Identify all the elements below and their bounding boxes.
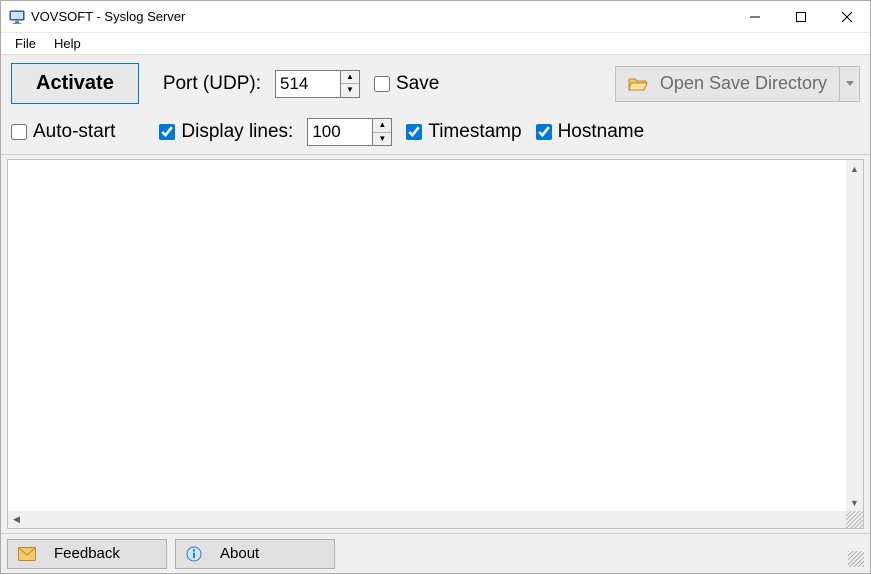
feedback-button[interactable]: Feedback xyxy=(7,539,167,569)
display-lines-checkbox-input[interactable] xyxy=(159,124,175,140)
display-lines-input[interactable] xyxy=(308,119,372,145)
resize-grip-icon[interactable] xyxy=(848,551,864,567)
display-lines-checkbox-label: Display lines: xyxy=(181,121,293,143)
timestamp-checkbox-input[interactable] xyxy=(406,124,422,140)
display-lines-spin-down[interactable]: ▼ xyxy=(373,133,391,146)
horizontal-scrollbar[interactable]: ◀ ▶ xyxy=(8,511,863,528)
autostart-checkbox-input[interactable] xyxy=(11,124,27,140)
scroll-corner xyxy=(846,511,863,528)
display-lines-spin-up[interactable]: ▲ xyxy=(373,119,391,133)
save-checkbox-input[interactable] xyxy=(374,76,390,92)
port-input[interactable] xyxy=(276,71,340,97)
open-save-directory-label: Open Save Directory xyxy=(660,73,827,94)
open-save-directory-button[interactable]: Open Save Directory xyxy=(615,66,840,102)
hostname-checkbox-label: Hostname xyxy=(558,121,645,143)
save-checkbox[interactable]: Save xyxy=(374,73,439,95)
feedback-label: Feedback xyxy=(54,545,120,562)
title-bar: VOVSOFT - Syslog Server xyxy=(1,1,870,33)
log-area: ▲ ▼ ◀ ▶ xyxy=(1,155,870,533)
display-lines-spinner[interactable]: ▲ ▼ xyxy=(307,118,392,146)
toolbar: Activate Port (UDP): ▲ ▼ Save Open S xyxy=(1,55,870,155)
log-view[interactable]: ▲ ▼ ◀ ▶ xyxy=(7,159,864,529)
timestamp-checkbox-label: Timestamp xyxy=(428,121,521,143)
about-button[interactable]: About xyxy=(175,539,335,569)
menu-bar: File Help xyxy=(1,33,870,55)
vertical-scrollbar[interactable]: ▲ ▼ xyxy=(846,160,863,511)
menu-file[interactable]: File xyxy=(7,34,44,53)
scroll-up-icon[interactable]: ▲ xyxy=(846,160,863,177)
scroll-down-icon[interactable]: ▼ xyxy=(846,494,863,511)
open-save-directory-dropdown[interactable] xyxy=(840,66,860,102)
feedback-icon xyxy=(18,547,36,561)
port-spinner[interactable]: ▲ ▼ xyxy=(275,70,360,98)
window-title: VOVSOFT - Syslog Server xyxy=(31,9,185,24)
hostname-checkbox-input[interactable] xyxy=(536,124,552,140)
app-icon xyxy=(9,9,25,25)
display-lines-checkbox[interactable]: Display lines: xyxy=(159,121,293,143)
hostname-checkbox[interactable]: Hostname xyxy=(536,121,645,143)
menu-help[interactable]: Help xyxy=(46,34,89,53)
minimize-button[interactable] xyxy=(732,1,778,33)
port-label: Port (UDP): xyxy=(163,73,261,95)
autostart-checkbox[interactable]: Auto-start xyxy=(11,121,115,143)
save-checkbox-label: Save xyxy=(396,73,439,95)
scroll-left-icon[interactable]: ◀ xyxy=(8,511,25,528)
info-icon xyxy=(186,546,202,562)
port-spin-down[interactable]: ▼ xyxy=(341,84,359,97)
activate-button[interactable]: Activate xyxy=(11,63,139,104)
close-button[interactable] xyxy=(824,1,870,33)
autostart-checkbox-label: Auto-start xyxy=(33,121,115,143)
folder-open-icon xyxy=(628,76,648,92)
timestamp-checkbox[interactable]: Timestamp xyxy=(406,121,521,143)
status-bar: Feedback About xyxy=(1,533,870,573)
port-spin-up[interactable]: ▲ xyxy=(341,71,359,85)
maximize-button[interactable] xyxy=(778,1,824,33)
about-label: About xyxy=(220,545,259,562)
